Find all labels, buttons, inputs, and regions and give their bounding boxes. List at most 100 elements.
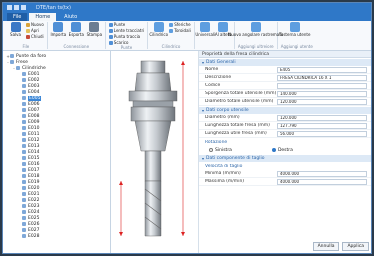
tab-aiuto[interactable]: Aiuto	[58, 13, 83, 21]
tree-node-label: E018	[28, 173, 40, 179]
apply-button[interactable]: Applica	[342, 242, 369, 251]
property-row: Diametro (mm) 120.000	[199, 114, 371, 122]
dim-arrow-useful-bottom	[119, 232, 123, 236]
title-bar: DTE/tan ts(tx)	[3, 3, 371, 12]
property-label: Codice	[205, 83, 221, 88]
tool-icon	[22, 156, 26, 160]
tree-node-label: E011	[28, 131, 40, 137]
lente-button[interactable]: Lente tracciatri	[108, 28, 144, 33]
stampa-button[interactable]: Stampa	[87, 22, 102, 38]
tab-home[interactable]: Home	[29, 13, 57, 21]
tool-icon	[22, 186, 26, 190]
property-label: Diametro totale utensile (mm)	[205, 99, 274, 104]
importa-button[interactable]: Importa	[50, 22, 66, 38]
unload-icon	[108, 40, 113, 45]
section-cutting[interactable]: ▾ Dati componente di taglio	[199, 155, 371, 162]
cancel-button[interactable]: Annulla	[312, 242, 340, 251]
collapse-icon: ▾	[202, 60, 205, 65]
toroidali-button[interactable]: Toroidali	[169, 28, 191, 33]
cylinder-tool-icon	[153, 22, 164, 32]
tool-icon	[22, 102, 26, 106]
open-button[interactable]: Apri	[26, 28, 44, 33]
tool-icon	[22, 204, 26, 208]
ribbon-tabs: File Home Aiuto	[3, 12, 371, 21]
drill-icon	[108, 22, 113, 27]
holder-top	[140, 60, 166, 74]
holder-cone	[134, 72, 172, 92]
tree-node-label: E016	[28, 161, 40, 167]
tree-node-label: E008	[28, 113, 40, 119]
tool-icon	[22, 144, 26, 148]
universali-button[interactable]: Universali	[195, 22, 215, 38]
property-value-field[interactable]: 4000.000	[277, 178, 367, 185]
property-value-field[interactable]: 120.000	[277, 98, 367, 105]
tool-icon	[22, 126, 26, 130]
save-quick-icon[interactable]	[7, 5, 12, 10]
property-value-field[interactable]: 56.000	[277, 130, 367, 137]
property-row: Diametro totale utensile (mm) 120.000	[199, 98, 371, 106]
rotation-right-radio[interactable]: Destra	[271, 148, 293, 153]
punte-button[interactable]: Punte	[108, 22, 144, 27]
dim-arrow-bottom	[181, 232, 185, 236]
property-value-field[interactable]: 4000.000	[277, 170, 367, 177]
sferiche-button[interactable]: Sferiche	[169, 22, 191, 27]
esporta-button[interactable]: Esporta	[69, 22, 84, 38]
tool-icon	[22, 192, 26, 196]
tool-icon	[22, 78, 26, 82]
save-icon	[10, 22, 21, 32]
export-icon	[71, 22, 82, 32]
tree-node[interactable]: E028	[6, 233, 107, 239]
tool-icon	[22, 162, 26, 166]
rotation-left-radio[interactable]: Sinistra	[209, 148, 232, 153]
property-value-field[interactable]: 127.790	[277, 122, 367, 129]
close-icon	[26, 34, 30, 39]
redo-quick-icon[interactable]	[21, 5, 26, 10]
tree-node-label: E020	[28, 185, 40, 191]
lens-icon	[108, 28, 113, 33]
property-label: Lunghezza utile fresa (mm)	[205, 131, 267, 136]
save-button[interactable]: Salva	[8, 22, 23, 38]
tree-node-label: E024	[28, 209, 40, 215]
new-button[interactable]: Nuovo	[26, 22, 44, 27]
tool-icon	[22, 90, 26, 94]
ribbon-group-cilindrico: Cilindrico Sferiche Toroidali Cilindrico	[148, 22, 195, 49]
radio-on-icon	[271, 148, 276, 152]
torus-tool-icon	[169, 28, 174, 33]
section-general[interactable]: ▾ Dati Generali	[199, 59, 371, 66]
property-value-field[interactable]: 140.000	[277, 90, 367, 97]
close-button[interactable]: Chiudi	[26, 34, 44, 39]
dim-arrow-useful-top	[119, 181, 123, 185]
tree-node-label: E027	[28, 227, 40, 233]
punta-traccia-button[interactable]: Punta traccia	[108, 34, 144, 39]
property-value-field[interactable]: FRESA CILINDRICA 16 X 1	[277, 74, 367, 81]
nuovo-angolare-button[interactable]: Nuovo angolare rastremato	[228, 22, 283, 38]
tree-node-label: E005	[28, 95, 42, 101]
tasterna-utente-button[interactable]: Tasterna utente	[279, 22, 310, 38]
collapse-icon: ▾	[202, 156, 205, 161]
tab-file[interactable]: File	[7, 13, 28, 21]
tool-cutter	[144, 180, 162, 237]
radio-off-icon	[209, 148, 213, 152]
tool-icon	[22, 180, 26, 184]
property-value-field[interactable]: 120.000	[277, 114, 367, 121]
cilindrico-button[interactable]: Cilindrico	[149, 22, 168, 38]
tool-icon	[22, 168, 26, 172]
tree-node-label: E015	[28, 155, 40, 161]
tree-node-label: E023	[28, 203, 40, 209]
tool-icon	[22, 96, 26, 100]
tool-icon	[22, 84, 26, 88]
tool-icon	[22, 150, 26, 154]
dim-arrow-top	[181, 61, 185, 65]
section-body[interactable]: ▾ Dati corpo utensile	[199, 107, 371, 114]
property-row: Codice	[199, 82, 371, 90]
tool-shank	[144, 150, 162, 182]
property-value-field[interactable]	[277, 82, 367, 89]
property-row: Sporgenza totale utensile (mm) 140.000	[199, 90, 371, 98]
property-row: Nome E405	[199, 66, 371, 74]
trace-icon	[108, 34, 113, 39]
undo-quick-icon[interactable]	[14, 5, 19, 10]
tool-icon	[22, 108, 26, 112]
property-value-field[interactable]: E405	[277, 66, 367, 73]
footer-buttons: Annulla Applica	[312, 242, 369, 251]
holder-groove	[132, 100, 174, 108]
